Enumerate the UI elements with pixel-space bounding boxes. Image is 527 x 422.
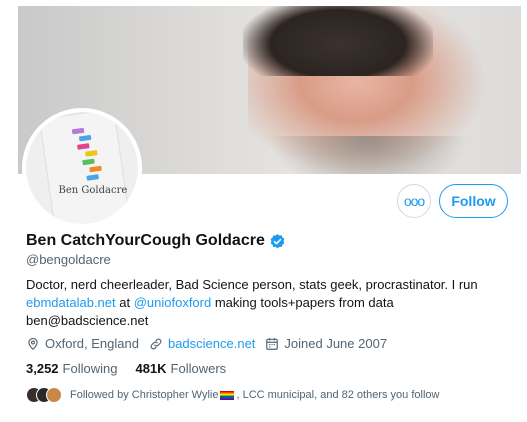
bio-mention-uniofoxford[interactable]: @uniofoxford [134, 295, 212, 310]
following-label: Following [62, 361, 118, 376]
banner-hair [243, 6, 433, 76]
follower-avatar [46, 387, 62, 403]
calendar-icon [266, 337, 279, 350]
book-pill [89, 165, 102, 173]
more-options-button[interactable]: ooo [397, 184, 431, 218]
book-pill [78, 134, 92, 142]
website-link[interactable]: badscience.net [168, 336, 255, 351]
followed-by-rest: , LCC municipal, and 82 others you follo… [236, 389, 440, 401]
follow-button[interactable]: Follow [439, 184, 508, 218]
website-item: badscience.net [149, 336, 255, 351]
link-icon [150, 338, 162, 349]
profile-avatar[interactable]: Ben Goldacre [22, 108, 142, 228]
following-link[interactable]: 3,252 Following [26, 361, 117, 376]
followers-label: Followers [170, 361, 227, 376]
followers-count: 481K [135, 361, 167, 376]
joined-item: Joined June 2007 [265, 336, 387, 351]
followers-link[interactable]: 481K Followers [135, 361, 226, 376]
bio-line1: Doctor, nerd cheerleader, Bad Science pe… [26, 277, 478, 292]
profile-name: Ben CatchYourCough Goldacre [26, 232, 286, 250]
profile-bio: Doctor, nerd cheerleader, Bad Science pe… [26, 276, 506, 330]
profile-name-text: Ben CatchYourCough Goldacre [26, 232, 265, 249]
verified-badge-icon [270, 233, 285, 248]
banner-shirt [268, 136, 468, 174]
location-text: Oxford, England [45, 336, 139, 351]
following-count: 3,252 [26, 361, 59, 376]
bio-email: ben@badscience.net [26, 313, 149, 328]
bio-at: at [115, 295, 134, 310]
book-pill [71, 127, 85, 135]
avatar-book-title: Ben Goldacre [58, 185, 128, 197]
followed-by-avatars [26, 387, 64, 403]
profile-meta: Oxford, England badscience.net Joined Ju… [26, 336, 397, 351]
book-pill [85, 150, 98, 157]
follow-stats: 3,252 Following 481K Followers [26, 361, 244, 376]
rainbow-flag-icon [220, 390, 235, 400]
profile-handle: @bengoldacre [26, 252, 111, 267]
location-item: Oxford, England [26, 336, 139, 351]
book-pill [77, 143, 90, 150]
book-pill [82, 158, 95, 166]
book-pill [86, 174, 99, 181]
location-pin-icon [28, 337, 38, 350]
followed-by-prefix: Followed by Christopher Wylie [70, 389, 219, 401]
more-dots-icon: ooo [403, 193, 425, 209]
bio-line2-rest: making tools+papers from data [211, 295, 394, 310]
followed-by-row[interactable]: Followed by Christopher Wylie , LCC muni… [26, 387, 439, 403]
bio-link-ebmdatalab[interactable]: ebmdatalab.net [26, 295, 116, 310]
joined-text: Joined June 2007 [284, 336, 388, 351]
